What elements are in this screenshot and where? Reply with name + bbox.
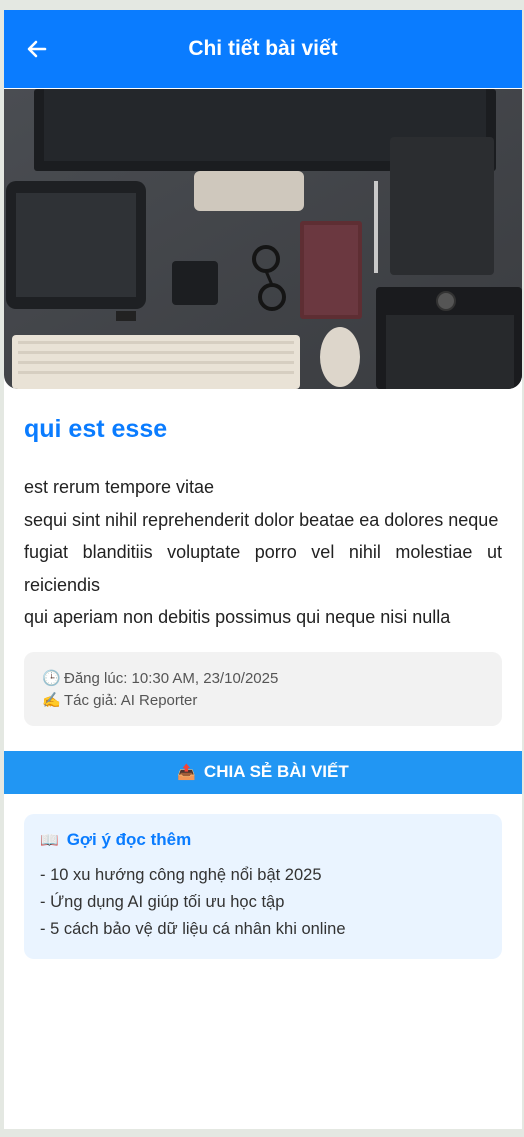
- arrow-left-icon: [27, 40, 47, 58]
- suggested-reading-title: 📖 Gợi ý đọc thêm: [40, 830, 486, 850]
- post-body: est rerum tempore vitae sequi sint nihil…: [24, 471, 502, 634]
- post-body-line: qui aperiam non debitis possimus qui neq…: [24, 607, 451, 627]
- writing-hand-icon: ✍️: [42, 691, 61, 709]
- suggested-item[interactable]: - 5 cách bảo vệ dữ liệu cá nhân khi onli…: [40, 916, 486, 943]
- clock-icon: 🕒: [42, 669, 61, 687]
- post-detail-screen: Chi tiết bài viết qui est esse est rerum…: [4, 10, 522, 1129]
- outbox-icon: 📤: [177, 764, 196, 781]
- suggested-item[interactable]: - 10 xu hướng công nghệ nổi bật 2025: [40, 862, 486, 889]
- back-button[interactable]: [22, 34, 52, 64]
- suggested-item[interactable]: - Ứng dụng AI giúp tối ưu học tập: [40, 889, 486, 916]
- suggested-reading-heading: Gợi ý đọc thêm: [66, 829, 192, 849]
- open-book-icon: 📖: [40, 831, 59, 849]
- posted-at-text: Đăng lúc: 10:30 AM, 23/10/2025: [64, 669, 279, 687]
- post-title: qui est esse: [24, 415, 168, 443]
- post-body-line: sequi sint nihil reprehenderit dolor bea…: [24, 509, 499, 530]
- author-row: ✍️ Tác giả: AI Reporter: [42, 690, 486, 712]
- share-post-button[interactable]: 📤 CHIA SẺ BÀI VIẾT: [4, 750, 522, 794]
- author-text: Tác giả: AI Reporter: [64, 691, 198, 709]
- app-bar: Chi tiết bài viết: [4, 10, 522, 88]
- post-cover-image: [4, 89, 522, 389]
- post-meta: 🕒 Đăng lúc: 10:30 AM, 23/10/2025 ✍️ Tác …: [24, 651, 502, 726]
- suggested-reading: 📖 Gợi ý đọc thêm - 10 xu hướng công nghệ…: [24, 813, 502, 959]
- posted-at-row: 🕒 Đăng lúc: 10:30 AM, 23/10/2025: [42, 668, 486, 690]
- page-title: Chi tiết bài viết: [188, 37, 338, 60]
- post-body-line: est rerum tempore vitae: [24, 477, 215, 497]
- post-body-line: fugiat blanditiis voluptate porro vel ni…: [24, 542, 502, 595]
- share-button-label: CHIA SẺ BÀI VIẾT: [203, 762, 349, 781]
